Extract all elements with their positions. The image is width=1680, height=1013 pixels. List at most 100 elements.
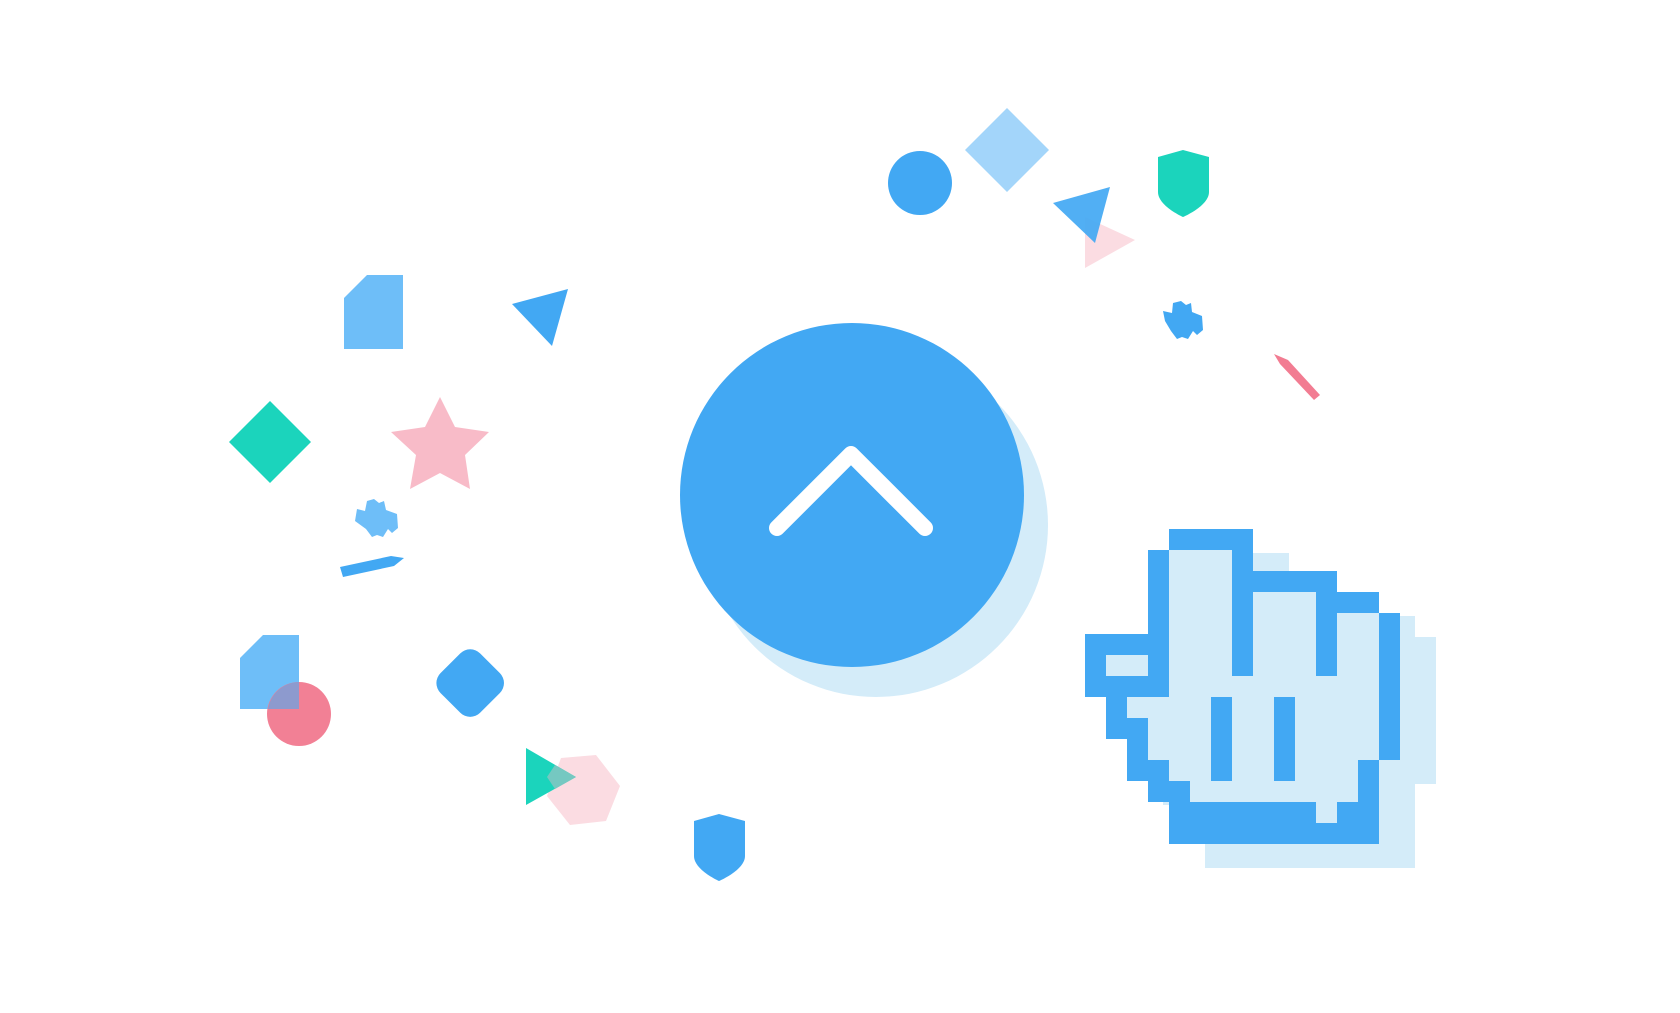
cursor-fill-pixel: [1274, 613, 1295, 634]
cursor-outline-pixel: [1211, 823, 1232, 844]
cursor-outline-pixel: [1316, 634, 1337, 655]
cursor-fill-pixel: [1316, 802, 1337, 823]
cursor-shadow-pixel: [1373, 847, 1394, 868]
cursor-fill-pixel: [1232, 760, 1253, 781]
cursor-outline-pixel: [1337, 823, 1358, 844]
cursor-shadow-pixel: [1289, 847, 1310, 868]
cursor-shadow-pixel: [1394, 763, 1415, 784]
cursor-outline-pixel: [1211, 718, 1232, 739]
cursor-outline-pixel: [1232, 802, 1253, 823]
cursor-outline-pixel: [1211, 760, 1232, 781]
cursor-fill-pixel: [1295, 634, 1316, 655]
cursor-fill-pixel: [1148, 697, 1169, 718]
cursor-outline-pixel: [1211, 802, 1232, 823]
cursor-outline-pixel: [1127, 739, 1148, 760]
cursor-outline-pixel: [1316, 571, 1337, 592]
confetti-gear-blue-left: [355, 499, 398, 537]
cursor-fill-pixel: [1232, 676, 1253, 697]
confetti-pencil-blue-left: [340, 556, 404, 577]
cursor-fill-pixel: [1190, 739, 1211, 760]
cursor-outline-pixel: [1232, 655, 1253, 676]
cursor-fill-pixel: [1253, 781, 1274, 802]
cursor-outline-pixel: [1148, 676, 1169, 697]
cursor-outline-pixel: [1169, 781, 1190, 802]
confetti-shield-teal: [1158, 150, 1209, 217]
cursor-shadow-pixel: [1205, 847, 1226, 868]
cursor-fill-pixel: [1358, 718, 1379, 739]
cursor-outline-pixel: [1106, 634, 1127, 655]
cursor-fill-pixel: [1316, 760, 1337, 781]
cursor-outline-pixel: [1358, 592, 1379, 613]
cursor-outline-pixel: [1148, 634, 1169, 655]
cursor-fill-pixel: [1274, 634, 1295, 655]
confetti-pencil-red-right: [1274, 354, 1320, 400]
confetti-gear-blue-right: [1163, 301, 1203, 339]
cursor-shadow-pixel: [1394, 847, 1415, 868]
cursor-outline-pixel: [1295, 823, 1316, 844]
cursor-fill-pixel: [1106, 655, 1127, 676]
cursor-outline-pixel: [1127, 634, 1148, 655]
cursor-fill-pixel: [1148, 718, 1169, 739]
cursor-outline-pixel: [1358, 802, 1379, 823]
cursor-fill-pixel: [1169, 676, 1190, 697]
cursor-outline-pixel: [1379, 676, 1400, 697]
cursor-outline-pixel: [1127, 718, 1148, 739]
cursor-fill-pixel: [1190, 676, 1211, 697]
cursor-outline-pixel: [1232, 550, 1253, 571]
cursor-fill-pixel: [1295, 781, 1316, 802]
cursor-fill-pixel: [1358, 676, 1379, 697]
cursor-fill-pixel: [1211, 781, 1232, 802]
cursor-fill-pixel: [1253, 760, 1274, 781]
cursor-fill-pixel: [1358, 613, 1379, 634]
cursor-fill-pixel: [1337, 655, 1358, 676]
cursor-shadow-pixel: [1415, 721, 1436, 742]
cursor-shadow-pixel: [1268, 553, 1289, 574]
scroll-top-button-face[interactable]: [680, 323, 1024, 667]
cursor-outline-pixel: [1169, 802, 1190, 823]
cursor-shadow-pixel: [1415, 679, 1436, 700]
cursor-fill-pixel: [1358, 634, 1379, 655]
cursor-fill-pixel: [1253, 634, 1274, 655]
cursor-fill-pixel: [1169, 634, 1190, 655]
cursor-fill-pixel: [1190, 613, 1211, 634]
cursor-outline-pixel: [1295, 571, 1316, 592]
cursor-outline-pixel: [1148, 655, 1169, 676]
cursor-shadow-pixel: [1331, 847, 1352, 868]
cursor-fill-pixel: [1295, 676, 1316, 697]
cursor-outline-pixel: [1379, 739, 1400, 760]
cursor-outline-pixel: [1211, 529, 1232, 550]
scroll-top-button[interactable]: [680, 323, 1048, 697]
cursor-shadow-pixel: [1415, 700, 1436, 721]
cursor-outline-pixel: [1379, 613, 1400, 634]
cursor-shadow-pixel: [1226, 847, 1247, 868]
confetti-circle-blue: [888, 151, 952, 215]
cursor-fill-pixel: [1232, 697, 1253, 718]
cursor-fill-pixel: [1211, 655, 1232, 676]
cursor-fill-pixel: [1190, 655, 1211, 676]
cursor-outline-pixel: [1253, 823, 1274, 844]
cursor-fill-pixel: [1211, 676, 1232, 697]
cursor-fill-pixel: [1316, 781, 1337, 802]
cursor-shadow-pixel: [1268, 847, 1289, 868]
cursor-fill-pixel: [1169, 718, 1190, 739]
cursor-outline-pixel: [1148, 571, 1169, 592]
cursor-outline-pixel: [1148, 592, 1169, 613]
cursor-outline-pixel: [1190, 802, 1211, 823]
cursor-outline-pixel: [1085, 634, 1106, 655]
pixel-hand-cursor-icon: [1085, 529, 1400, 844]
cursor-outline-pixel: [1379, 634, 1400, 655]
cursor-fill-pixel: [1169, 739, 1190, 760]
cursor-fill-pixel: [1190, 571, 1211, 592]
cursor-fill-pixel: [1190, 697, 1211, 718]
cursor-fill-pixel: [1337, 634, 1358, 655]
cursor-fill-pixel: [1337, 781, 1358, 802]
confetti-triangle-blue-left: [512, 289, 568, 346]
cursor-shadow-pixel: [1310, 847, 1331, 868]
cursor-fill-pixel: [1295, 613, 1316, 634]
cursor-fill-pixel: [1253, 613, 1274, 634]
cursor-outline-pixel: [1274, 802, 1295, 823]
cursor-fill-pixel: [1232, 739, 1253, 760]
cursor-fill-pixel: [1169, 550, 1190, 571]
cursor-outline-pixel: [1232, 634, 1253, 655]
cursor-fill-pixel: [1274, 655, 1295, 676]
